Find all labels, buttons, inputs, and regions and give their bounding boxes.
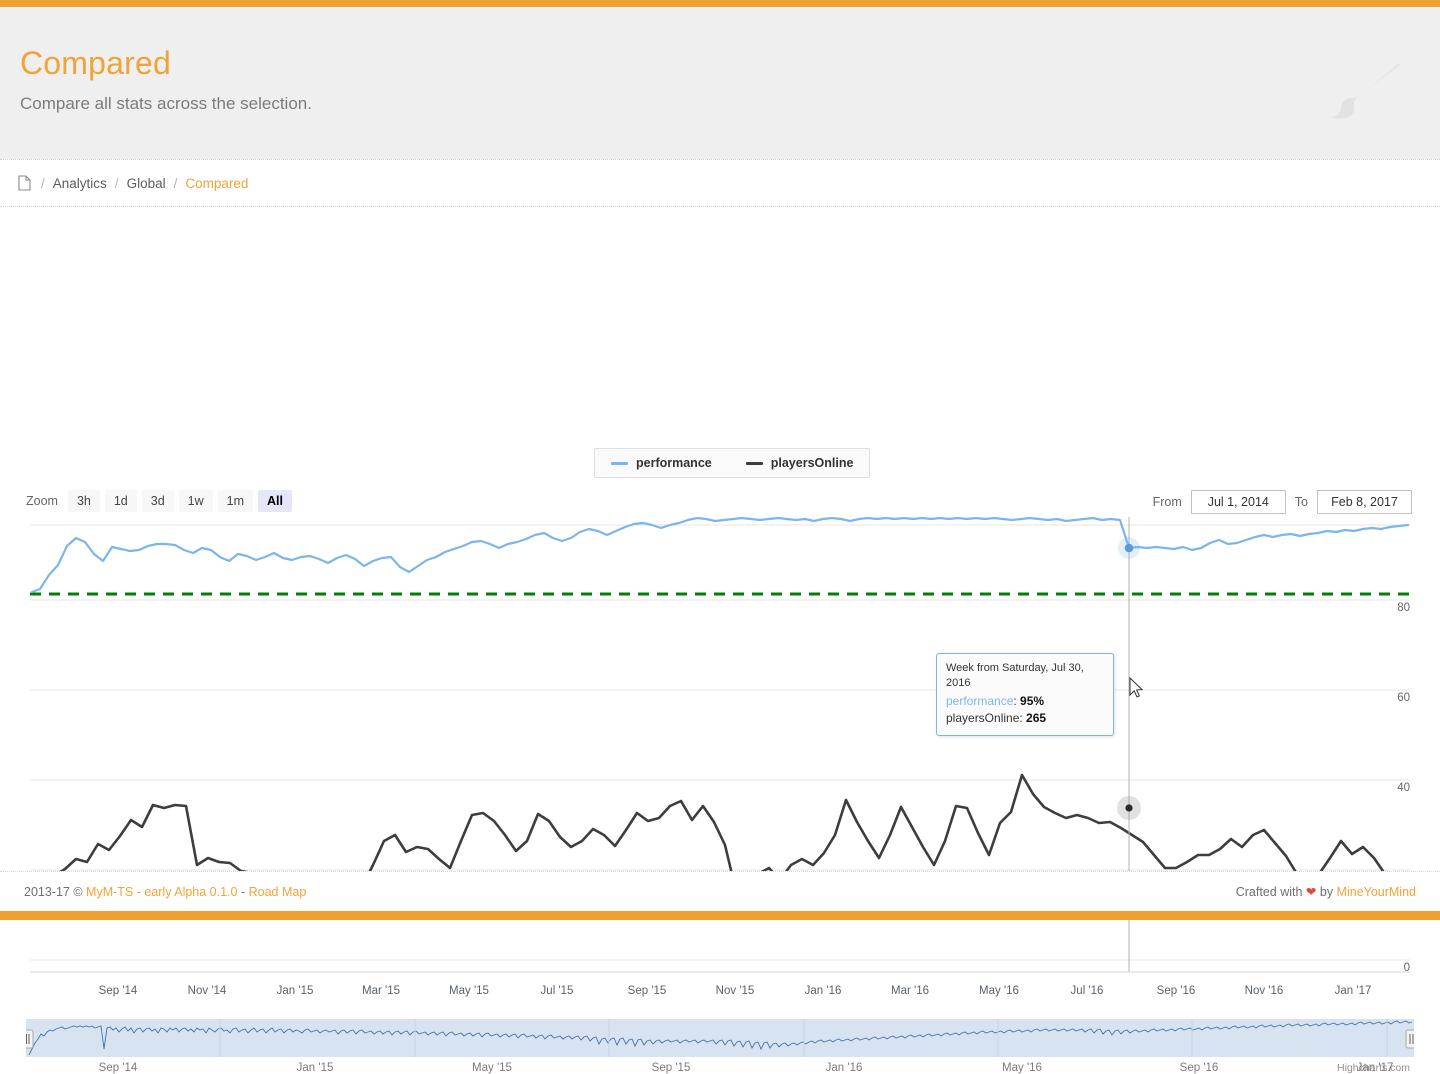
footer-right: Crafted with ❤ by MineYourMind — [1236, 884, 1416, 899]
to-date-input[interactable] — [1317, 490, 1412, 514]
navigator-svg[interactable] — [21, 1019, 1418, 1061]
x-axis-tick-11: Jul '16 — [1070, 985, 1104, 997]
legend-swatch-playersonline — [745, 461, 763, 465]
bottom-accent-bar — [0, 911, 1440, 920]
highcharts-credit[interactable]: Highcharts.com — [1337, 1062, 1410, 1074]
tooltip-row-playersonline: playersOnline: 265 — [946, 710, 1104, 727]
page-footer: 2013-17 © MyM-TS - early Alpha 0.1.0 - R… — [0, 871, 1440, 920]
breadcrumb-separator-2: / — [173, 175, 178, 191]
series-line-performance — [30, 517, 1410, 594]
tooltip-value-performance: 95% — [1020, 694, 1045, 709]
y-axis-tick-80: 80 — [1397, 602, 1410, 614]
footer-crafted-mid: by — [1316, 885, 1337, 899]
navigator-right-handle[interactable] — [1405, 1029, 1418, 1049]
page-title: Compared — [20, 45, 172, 81]
zoom-range-selector: Zoom 3h 1d 3d 1w 1m All — [26, 490, 297, 512]
x-axis-tick-13: Nov '16 — [1244, 985, 1284, 997]
x-axis-tick-9: Mar '16 — [891, 985, 929, 997]
y-axis-tick-0: 0 — [1403, 962, 1410, 974]
navigator-left-handle[interactable] — [21, 1029, 34, 1049]
footer-dash: - — [237, 884, 249, 899]
x-axis-tick-8: Jan '16 — [804, 985, 842, 997]
x-axis-tick-12: Sep '16 — [1156, 985, 1196, 997]
footer-copyright: 2013-17 © — [24, 884, 87, 899]
legend-swatch-performance — [611, 461, 628, 465]
chart-legend: performance playersOnline — [594, 448, 871, 478]
x-axis-tick-1: Nov '14 — [187, 985, 227, 997]
tooltip-date: Week from Saturday, Jul 30, 2016 — [946, 662, 1084, 690]
legend-item-performance[interactable]: performance — [611, 456, 712, 470]
zoom-button-all[interactable]: All — [258, 490, 293, 512]
zoom-button-1d[interactable]: 1d — [104, 490, 137, 512]
from-label: From — [1152, 495, 1182, 509]
zoom-button-1w[interactable]: 1w — [178, 490, 213, 512]
x-axis-tick-4: May '15 — [449, 985, 489, 997]
page-header: Compared Compare all stats across the se… — [0, 7, 1440, 159]
marker-performance — [1118, 537, 1140, 559]
breadcrumb-item-global[interactable]: Global — [127, 176, 166, 191]
tooltip-value-playersonline: 265 — [1026, 710, 1047, 725]
x-axis-tick-10: May '16 — [979, 985, 1019, 997]
zoom-label: Zoom — [26, 494, 58, 508]
page-subtitle: Compare all stats across the selection. — [20, 94, 312, 113]
chart-tooltip: Week from Saturday, Jul 30, 2016 perform… — [936, 653, 1114, 737]
x-axis-tick-14: Jan '17 — [1334, 985, 1372, 997]
breadcrumb: / Analytics / Global / Compared — [0, 159, 1440, 207]
navigator-tick-4: Jan '16 — [825, 1062, 863, 1074]
x-axis-tick-0: Sep '14 — [98, 985, 138, 997]
x-axis-tick-7: Nov '15 — [715, 985, 755, 997]
paint-brush-icon — [1326, 62, 1402, 126]
from-date-input[interactable] — [1190, 490, 1286, 514]
zoom-button-3d[interactable]: 3d — [141, 490, 174, 512]
tooltip-row-performance: performance: 95% — [946, 693, 1104, 710]
footer-left: 2013-17 © MyM-TS - early Alpha 0.1.0 - R… — [24, 885, 306, 899]
legend-label-performance: performance — [636, 456, 712, 470]
footer-crafted-prefix: Crafted with — [1235, 885, 1306, 899]
navigator-tick-0: Sep '14 — [98, 1062, 138, 1074]
x-axis-tick-5: Jul '15 — [540, 985, 574, 997]
date-range-selector: From To — [1144, 490, 1412, 514]
footer-brand-link[interactable]: MineYourMind — [1337, 885, 1416, 899]
footer-roadmap-link[interactable]: Road Map — [249, 885, 307, 899]
heart-icon: ❤ — [1305, 885, 1317, 899]
mouse-cursor-icon — [1129, 676, 1145, 701]
navigator-tick-2: May '15 — [472, 1062, 512, 1074]
legend-label-playersonline: playersOnline — [770, 456, 854, 470]
legend-item-playersonline[interactable]: playersOnline — [745, 456, 854, 470]
to-label: To — [1294, 495, 1308, 509]
navigator-tick-1: Jan '15 — [296, 1062, 334, 1074]
footer-project-link[interactable]: MyM-TS - early Alpha 0.1.0 — [86, 885, 237, 899]
navigator-tick-3: Sep '15 — [651, 1062, 691, 1074]
x-axis-tick-3: Mar '15 — [362, 985, 400, 997]
navigator-tick-6: Sep '16 — [1179, 1062, 1219, 1074]
x-axis-tick-6: Sep '15 — [627, 985, 667, 997]
y-axis-tick-60: 60 — [1397, 692, 1410, 704]
navigator-tick-5: May '16 — [1002, 1062, 1042, 1074]
breadcrumb-item-compared[interactable]: Compared — [185, 176, 248, 191]
breadcrumb-item-analytics[interactable]: Analytics — [53, 176, 107, 191]
top-accent-bar — [0, 0, 1440, 7]
tooltip-key-performance: performance — [946, 694, 1014, 709]
x-axis-tick-2: Jan '15 — [276, 985, 314, 997]
chart-navigator[interactable]: Sep '14 Jan '15 May '15 Sep '15 Jan '16 … — [21, 1019, 1418, 1074]
tooltip-key-playersonline: playersOnline — [946, 710, 1020, 725]
y-axis-tick-40: 40 — [1397, 782, 1410, 794]
document-icon[interactable] — [18, 175, 31, 191]
breadcrumb-separator-0: / — [41, 175, 45, 191]
zoom-button-1m[interactable]: 1m — [217, 490, 254, 512]
zoom-button-3h[interactable]: 3h — [67, 490, 100, 512]
chart-container: performance playersOnline Zoom 3h 1d 3d … — [0, 207, 1440, 1074]
breadcrumb-separator-1: / — [114, 175, 119, 191]
marker-playersonline — [1117, 796, 1141, 820]
